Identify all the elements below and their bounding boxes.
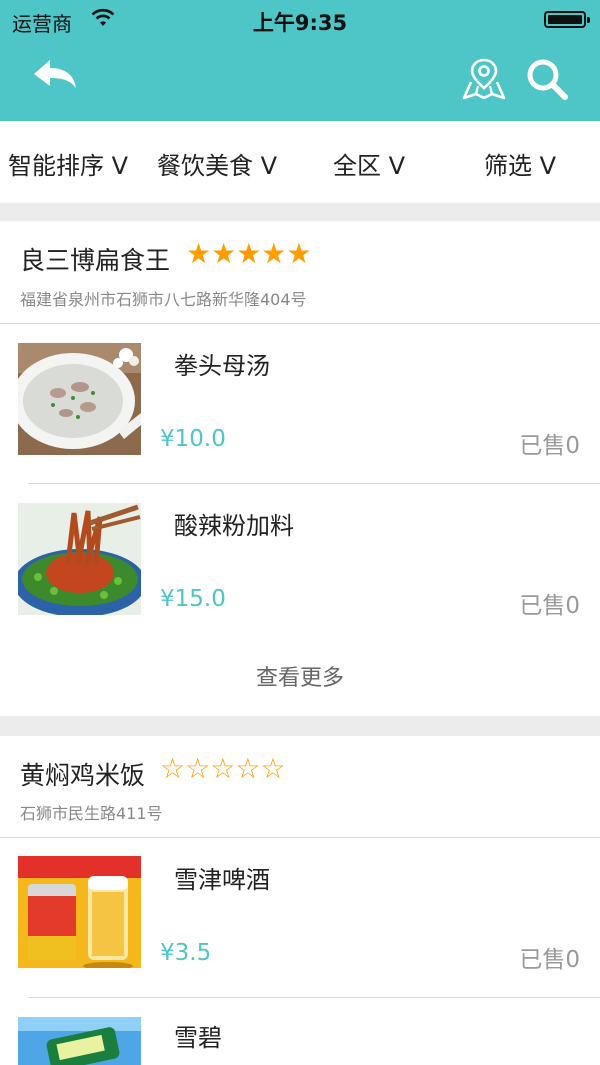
- list-item[interactable]: 拳头母汤 ¥10.0 已售0: [0, 324, 600, 484]
- filter-bar: 智能排序 V 餐饮美食 V 全区 V 筛选 V: [0, 121, 600, 203]
- item-sold-count: 已售0: [519, 947, 580, 973]
- dish-image-soup: [18, 343, 141, 455]
- shop-header[interactable]: 黄焖鸡米饭 ☆☆☆☆☆ 石狮市民生路411号: [0, 736, 600, 837]
- section-divider: [0, 203, 600, 221]
- dish-image-noodles: [18, 503, 141, 615]
- item-name: 雪津啤酒: [174, 866, 270, 894]
- item-name: 酸辣粉加料: [174, 512, 294, 540]
- list-item[interactable]: 雪碧: [0, 998, 600, 1065]
- filter-category[interactable]: 餐饮美食 V: [157, 146, 277, 181]
- shop-name: 黄焖鸡米饭: [20, 761, 146, 790]
- battery-icon: [544, 11, 590, 28]
- section-divider: [0, 716, 600, 736]
- item-price: ¥15.0: [160, 586, 226, 612]
- see-more-button[interactable]: 查看更多: [0, 642, 600, 716]
- search-icon[interactable]: [524, 56, 570, 102]
- filter-smart-sort[interactable]: 智能排序 V: [8, 146, 128, 181]
- app-header: 运营商 上午9:35: [0, 0, 600, 121]
- list-item[interactable]: 酸辣粉加料 ¥15.0 已售0: [0, 484, 600, 644]
- item-sold-count: 已售0: [519, 433, 580, 459]
- filter-screen[interactable]: 筛选 V: [484, 146, 556, 181]
- shop-address: 福建省泉州市石狮市八七路新华隆404号: [20, 290, 307, 309]
- back-arrow-icon[interactable]: [30, 56, 80, 96]
- item-name: 雪碧: [174, 1024, 222, 1052]
- filter-district[interactable]: 全区 V: [333, 146, 405, 181]
- item-price: ¥10.0: [160, 426, 226, 452]
- item-sold-count: 已售0: [519, 593, 580, 619]
- shop-header[interactable]: 良三博扁食王 ★★★★★ 福建省泉州市石狮市八七路新华隆404号: [0, 221, 600, 323]
- star-rating: ☆☆☆☆☆: [160, 752, 286, 785]
- list-item[interactable]: 雪津啤酒 ¥3.5 已售0: [0, 838, 600, 998]
- item-name: 拳头母汤: [174, 352, 270, 380]
- shop-name: 良三博扁食王: [20, 246, 171, 275]
- item-price: ¥3.5: [160, 940, 212, 966]
- star-rating: ★★★★★: [186, 237, 312, 270]
- drink-image-sprite: [18, 1017, 141, 1065]
- map-location-icon[interactable]: [460, 56, 508, 102]
- shop-address: 石狮市民生路411号: [20, 804, 163, 823]
- status-bar: 运营商 上午9:35: [0, 0, 600, 40]
- drink-image-beer: [18, 856, 141, 968]
- status-time: 上午9:35: [252, 11, 348, 35]
